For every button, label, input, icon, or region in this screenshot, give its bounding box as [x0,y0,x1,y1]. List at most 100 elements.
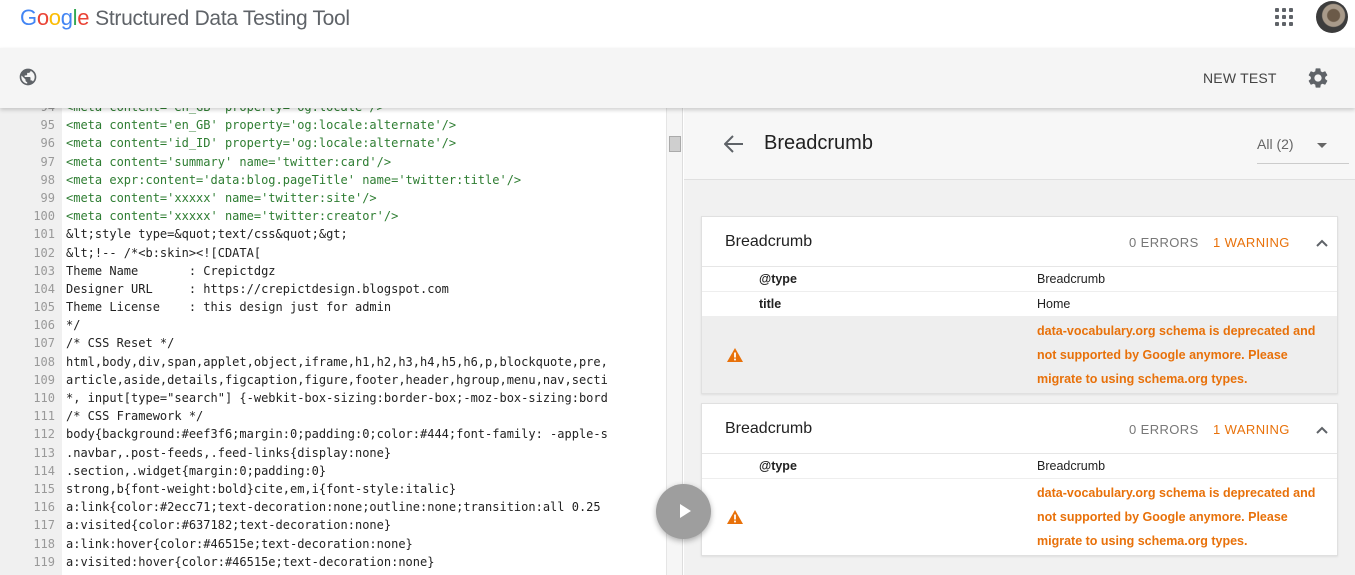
code-line: 117 a:visited{color:#637182;text-decorati… [0,516,666,534]
avatar[interactable] [1316,1,1348,33]
filter-label: All (2) [1257,136,1294,152]
logo-letter: o [36,5,49,30]
warning-count: 1 WARNING [1213,422,1290,437]
code-line: 116 a:link{color:#2ecc71;text-decoration:… [0,498,666,516]
line-number: 117 [33,518,55,533]
results-title: Breadcrumb [764,132,873,154]
code-text: *, input[type="search"] {-webkit-box-siz… [66,391,608,405]
line-number: 96 [40,136,55,151]
toolbar: NEW TEST [0,48,1355,108]
line-number: 115 [33,481,55,496]
property-row: @type Breadcrumb [702,267,1337,292]
code-line: 111 /* CSS Framework */ [0,407,666,425]
results-panel: Breadcrumb All (2) Breadcrumb 0 ERRORS 1 W… [684,108,1355,575]
warning-icon [727,348,743,362]
property-key: @type [759,272,797,286]
code-text: &lt;!-- /*<b:skin><![CDATA[ [66,245,262,260]
code-text: Designer URL : https://crepictdesign.blo… [66,281,449,296]
code-editor[interactable]: 94 <meta content='en_GB' property='og:loc… [0,108,683,575]
chevron-up-icon[interactable] [1316,424,1328,436]
code-line: 119 a:visited:hover{color:#46515e;text-de… [0,553,666,571]
code-line: 113 .navbar,.post-feeds,.feed-links{displ… [0,444,666,462]
line-number: 95 [40,118,55,133]
code-text: <meta content='summary' name='twitter:ca… [66,154,392,169]
line-number: 111 [33,409,55,424]
code-text: */ [66,318,81,333]
code-text: <meta content='en_GB' property='og:local… [66,118,457,133]
code-text: .navbar,.post-feeds,.feed-links{display:… [66,445,392,460]
code-text: &lt;style type=&quot;text/css&quot;&gt; [66,227,348,242]
line-number: 101 [33,227,55,242]
card-header[interactable]: Breadcrumb 0 ERRORS 1 WARNING [702,404,1337,454]
warning-line: migrate to using schema.org types. [1037,372,1248,386]
warning-line: data-vocabulary.org schema is deprecated… [1037,324,1316,338]
code-line: 97 <meta content='summary' name='twitter:… [0,153,666,171]
code-text: Theme License : this design just for adm… [66,300,392,315]
filter-dropdown[interactable]: All (2) [1257,130,1349,164]
line-number: 113 [33,445,55,460]
apps-grid-icon[interactable] [1275,8,1293,26]
chevron-up-icon[interactable] [1316,237,1328,249]
code-text: a:visited:hover{color:#46515e;text-decor… [66,554,435,569]
line-number: 106 [33,318,55,333]
new-test-button[interactable]: NEW TEST [1203,70,1277,86]
code-text: /* CSS Reset */ [66,336,175,351]
error-count: 0 ERRORS [1129,422,1199,437]
back-arrow-icon[interactable] [724,135,744,153]
code-line: 95 <meta content='en_GB' property='og:loc… [0,116,666,134]
warning-line: data-vocabulary.org schema is deprecated… [1037,486,1316,500]
globe-icon[interactable] [18,67,38,87]
warning-row: data-vocabulary.org schema is deprecated… [702,317,1337,393]
line-number: 112 [33,427,55,442]
line-number: 104 [33,281,55,296]
code-line: 100 <meta content='xxxxx' name='twitter:c… [0,207,666,225]
property-key: @type [759,459,797,473]
line-number: 98 [40,172,55,187]
warning-icon [727,510,743,524]
code-text: .section,.widget{margin:0;padding:0} [66,463,327,478]
card-header[interactable]: Breadcrumb 0 ERRORS 1 WARNING [702,217,1337,267]
result-card: Breadcrumb 0 ERRORS 1 WARNING @type Breadcru… [701,403,1338,556]
logo-letter: e [77,5,90,30]
error-count: 0 ERRORS [1129,235,1199,250]
code-line: 107 /* CSS Reset */ [0,334,666,352]
code-line: 99 <meta content='xxxxx' name='twitter:si… [0,189,666,207]
code-text: <meta content='en_GB' property='og:local… [66,108,384,114]
code-line: 103 Theme Name : Crepictdgz [0,262,666,280]
results-header: Breadcrumb All (2) [684,108,1355,180]
line-number: 105 [33,300,55,315]
code-text: a:link{color:#2ecc71;text-decoration:non… [66,500,601,515]
code-line: 102 &lt;!-- /*<b:skin><![CDATA[ [0,244,666,262]
line-number: 108 [33,354,55,369]
line-number: 114 [33,463,55,478]
gear-icon[interactable] [1306,66,1330,90]
code-line: 94 <meta content='en_GB' property='og:loc… [0,108,666,116]
code-line: 114 .section,.widget{margin:0;padding:0} [0,462,666,480]
logo-letter: G [20,5,37,30]
warning-count: 1 WARNING [1213,235,1290,250]
code-text: <meta content='xxxxx' name='twitter:crea… [66,209,399,224]
code-line: 105 Theme License : this design just for … [0,298,666,316]
warning-line: not supported by Google anymore. Please [1037,348,1288,362]
scrollbar-thumb[interactable] [669,136,681,152]
property-value: Breadcrumb [1037,459,1106,473]
code-text: <meta expr:content='data:blog.pageTitle'… [66,172,522,187]
property-key: title [759,297,782,311]
code-text: article,aside,details,figcaption,figure,… [66,372,608,387]
top-bar: Google Structured Data Testing Tool [0,0,1355,48]
code-line: 104 Designer URL : https://crepictdesign.… [0,280,666,298]
code-line: 110 *, input[type="search"] {-webkit-box-… [0,389,666,407]
caret-down-icon [1317,143,1327,148]
card-title: Breadcrumb [725,233,813,250]
run-test-button[interactable] [656,484,711,539]
app-logo[interactable]: Google Structured Data Testing Tool [20,4,350,33]
property-value: Home [1037,297,1071,311]
line-number: 94 [0,108,55,116]
line-number: 118 [33,536,55,551]
property-row: @type Breadcrumb [702,454,1337,479]
line-number: 103 [33,263,55,278]
code-text: body{background:#eef3f6;margin:0;padding… [66,427,608,442]
code-line: 118 a:link:hover{color:#46515e;text-decor… [0,535,666,553]
tool-name: Structured Data Testing Tool [95,7,350,30]
code-lines[interactable]: 94 <meta content='en_GB' property='og:loc… [0,108,666,571]
